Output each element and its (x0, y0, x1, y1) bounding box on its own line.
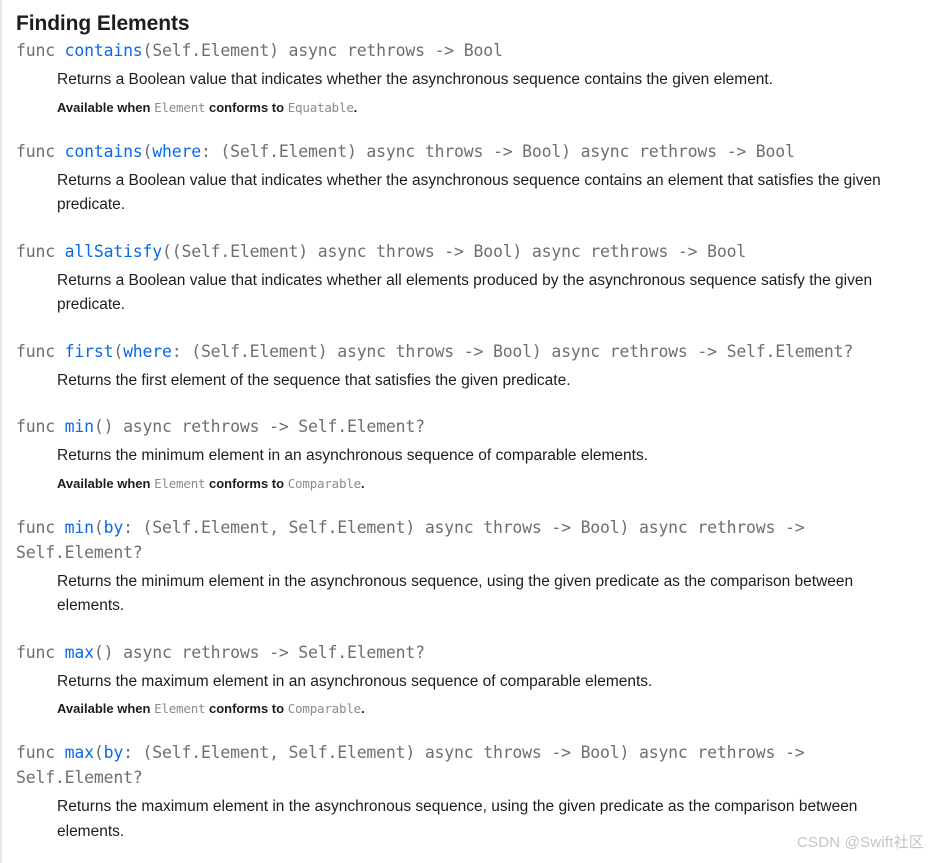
signature-remainder: : (Self.Element) async throws -> Bool) a… (171, 341, 854, 361)
signature-function-name: min (64, 517, 94, 537)
conformance-suffix: . (360, 475, 365, 491)
conformance-middle: conforms to (208, 99, 285, 115)
signature-link[interactable]: func max(by: (Self.Element, Self.Element… (16, 740, 924, 790)
signature-remainder: () async rethrows -> Self.Element? (93, 417, 425, 436)
signature-function-name: allSatisfy (64, 241, 163, 261)
signature-argument-label: where (152, 141, 201, 161)
signature-function-name: contains (64, 41, 143, 60)
topic-abstract: Returns the maximum element in an asynch… (57, 672, 653, 690)
signature-keyword: func (16, 642, 55, 662)
signature-argument-label: by (103, 743, 124, 762)
conformance-prefix: Available when (57, 475, 151, 491)
conformance-note: Available when Element conforms to Compa… (16, 698, 924, 719)
signature-function-name: contains (64, 141, 143, 161)
signature-keyword: func (16, 341, 55, 361)
topic-max-by: func max(by: (Self.Element, Self.Element… (2, 740, 934, 844)
signature-keyword: func (16, 141, 55, 161)
conformance-prefix: Available when (57, 99, 151, 115)
conformance-suffix: . (353, 99, 358, 115)
topic-abstract: Returns the maximum element in the async… (57, 798, 858, 840)
signature-link[interactable]: func allSatisfy((Self.Element) async thr… (16, 239, 924, 264)
signature-punctuation: ( (142, 41, 153, 60)
page-title: Finding Elements (16, 12, 190, 35)
topic-max: func max() async rethrows -> Self.Elemen… (2, 640, 934, 720)
topic-min-by: func min(by: (Self.Element, Self.Element… (2, 515, 934, 619)
signature-keyword: func (16, 241, 55, 261)
signature-punctuation: ( (162, 241, 172, 261)
signature-remainder: (Self.Element) async throws -> Bool) asy… (171, 241, 747, 261)
signature-function-name: min (64, 417, 94, 436)
signature-function-name: first (64, 341, 114, 361)
topic-abstract: Returns a Boolean value that indicates w… (57, 171, 881, 214)
topic-abstract: Returns the minimum element in the async… (57, 572, 854, 615)
topic-first-where: func first(where: (Self.Element) async t… (2, 339, 934, 394)
signature-keyword: func (16, 743, 55, 762)
conformance-type: Element (154, 701, 206, 716)
conformance-note: Available when Element conforms to Equat… (16, 97, 924, 118)
topic-abstract: Returns the first element of the sequenc… (57, 371, 571, 389)
signature-keyword: func (16, 517, 55, 537)
conformance-suffix: . (360, 701, 365, 716)
signature-function-name: max (64, 642, 94, 662)
signature-function-name: max (64, 743, 94, 762)
topic-list: func contains(Self.Element) async rethro… (2, 38, 934, 844)
signature-punctuation: ( (93, 517, 104, 537)
topic-abstract: Returns the minimum element in an asynch… (57, 447, 649, 464)
signature-argument-label: where (123, 341, 172, 361)
signature-punctuation: ( (142, 141, 153, 161)
signature-remainder: : (Self.Element, Self.Element) async thr… (16, 517, 805, 562)
topic-abstract: Returns a Boolean value that indicates w… (57, 71, 774, 88)
topic-contains-where: func contains(where: (Self.Element) asyn… (2, 139, 934, 218)
signature-keyword: func (16, 41, 55, 60)
conformance-type: Element (154, 99, 206, 115)
signature-link[interactable]: func min(by: (Self.Element, Self.Element… (16, 515, 924, 565)
watermark: CSDN @Swift社区 (796, 834, 924, 851)
signature-link[interactable]: func first(where: (Self.Element) async t… (16, 339, 924, 364)
conformance-protocol: Equatable (287, 99, 354, 115)
signature-link[interactable]: func min() async rethrows -> Self.Elemen… (16, 414, 924, 439)
signature-punctuation: ( (113, 341, 124, 361)
conformance-protocol: Comparable (287, 475, 361, 491)
signature-punctuation: ( (93, 743, 104, 762)
signature-remainder: Self.Element) async rethrows -> Bool (152, 41, 503, 60)
signature-remainder: () async rethrows -> Self.Element? (93, 642, 425, 662)
signature-argument-label: by (103, 517, 124, 537)
conformance-middle: conforms to (208, 475, 285, 491)
topic-allSatisfy: func allSatisfy((Self.Element) async thr… (2, 239, 934, 318)
conformance-protocol: Comparable (287, 701, 361, 716)
conformance-prefix: Available when (57, 701, 151, 716)
signature-remainder: : (Self.Element) async throws -> Bool) a… (200, 141, 795, 161)
topic-contains: func contains(Self.Element) async rethro… (2, 38, 934, 118)
signature-link[interactable]: func contains(Self.Element) async rethro… (16, 38, 924, 63)
signature-link[interactable]: func contains(where: (Self.Element) asyn… (16, 139, 924, 164)
signature-remainder: : (Self.Element, Self.Element) async thr… (16, 743, 805, 787)
conformance-note: Available when Element conforms to Compa… (16, 473, 924, 494)
topic-min: func min() async rethrows -> Self.Elemen… (2, 414, 934, 494)
documentation-page: Finding Elements func contains(Self.Elem… (0, 0, 934, 863)
signature-keyword: func (16, 417, 55, 436)
conformance-type: Element (154, 475, 206, 491)
signature-link[interactable]: func max() async rethrows -> Self.Elemen… (16, 640, 924, 665)
conformance-middle: conforms to (208, 701, 285, 716)
topic-abstract: Returns a Boolean value that indicates w… (57, 271, 873, 314)
